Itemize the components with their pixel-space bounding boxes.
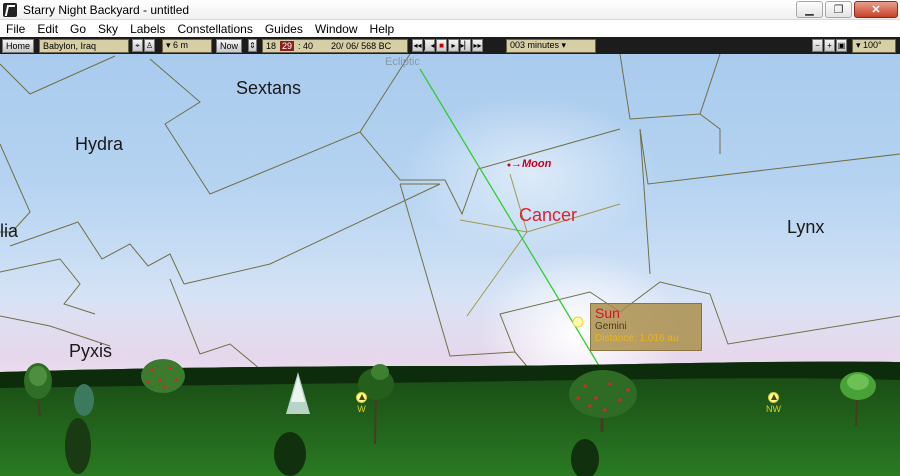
ecliptic-label: Ecliptic: [385, 56, 420, 68]
date-value: 20/ 06/ 568 BC: [331, 40, 392, 51]
home-button[interactable]: Home: [2, 38, 35, 53]
menu-help[interactable]: Help: [364, 22, 401, 36]
compass-marker-icon: [356, 392, 367, 403]
close-button[interactable]: ✕: [854, 1, 898, 18]
person-icon[interactable]: ♙: [144, 39, 155, 52]
compass-west-label: W: [357, 404, 366, 414]
compass-northwest-label: NW: [766, 404, 781, 414]
zoom-in-icon[interactable]: +: [824, 39, 835, 52]
menu-edit[interactable]: Edit: [31, 22, 64, 36]
time-date-field[interactable]: 18 29 : 40 20/ 06/ 568 BC: [262, 38, 408, 53]
constellation-label-sextans[interactable]: Sextans: [236, 78, 301, 99]
viewpoint-icon[interactable]: ⌖: [132, 39, 143, 52]
constellation-boundaries: [0, 54, 900, 371]
moon-label[interactable]: →Moon: [511, 158, 551, 170]
sun-info-name: Sun: [595, 305, 620, 321]
sky-view[interactable]: Ecliptic Sextans Hydra lia Lynx Pyxis Ca…: [0, 54, 900, 476]
minimize-button[interactable]: ▁: [796, 1, 823, 18]
sun-disk: [572, 316, 584, 328]
constellation-label-lynx[interactable]: Lynx: [787, 217, 824, 238]
step-back-button[interactable]: ▏◂: [424, 39, 435, 52]
menu-guides[interactable]: Guides: [259, 22, 309, 36]
sun-info-constellation: Gemini: [595, 321, 627, 332]
sky-overlay: [0, 54, 900, 476]
time-hour: 18: [266, 40, 277, 51]
app-icon[interactable]: [3, 2, 17, 17]
window-title: Starry Night Backyard - untitled: [23, 2, 190, 17]
maximize-button[interactable]: ❐: [825, 1, 852, 18]
menu-file[interactable]: File: [0, 22, 31, 36]
elevation-field[interactable]: ▾ 6 m: [162, 38, 212, 53]
cancer-figure: [459, 173, 621, 317]
sun-info-distance: Distance: 1.016 au: [595, 333, 679, 344]
field-of-view-select[interactable]: ▾ 100°: [852, 38, 896, 53]
time-second: : 40: [298, 40, 314, 51]
menu-sky[interactable]: Sky: [92, 22, 124, 36]
now-button[interactable]: Now: [216, 38, 243, 53]
menu-bar: File Edit Go Sky Labels Constellations G…: [0, 20, 900, 37]
zoom-out-icon[interactable]: −: [812, 39, 823, 52]
constellation-label-lia[interactable]: lia: [0, 221, 18, 242]
step-forward-button[interactable]: ▸▏: [460, 39, 471, 52]
toolbar: Home Babylon, Iraq ⌖ ♙ ▾ 6 m Now ⇕ 18 29…: [0, 37, 900, 54]
menu-go[interactable]: Go: [64, 22, 92, 36]
time-stepper-icon[interactable]: ⇕: [248, 39, 257, 52]
menu-labels[interactable]: Labels: [124, 22, 171, 36]
fast-forward-button[interactable]: ▸▸: [472, 39, 483, 52]
title-bar: Starry Night Backyard - untitled ▁ ❐ ✕: [0, 0, 900, 20]
zoom-reset-icon[interactable]: ▣: [836, 39, 847, 52]
menu-constellations[interactable]: Constellations: [171, 22, 258, 36]
rewind-button[interactable]: ◂◂: [412, 39, 423, 52]
compass-northwest: NW: [766, 392, 781, 414]
constellation-label-pyxis[interactable]: Pyxis: [69, 341, 112, 362]
constellation-label-cancer[interactable]: Cancer: [519, 205, 577, 226]
sun-info-panel[interactable]: Sun Gemini Distance: 1.016 au: [590, 303, 702, 351]
menu-window[interactable]: Window: [309, 22, 364, 36]
time-step-select[interactable]: 003 minutes ▾: [506, 38, 596, 53]
compass-west: W: [356, 392, 367, 414]
play-button[interactable]: ▸: [448, 39, 459, 52]
stop-button[interactable]: ■: [436, 39, 447, 52]
constellation-label-hydra[interactable]: Hydra: [75, 134, 123, 155]
location-field[interactable]: Babylon, Iraq: [39, 38, 129, 53]
compass-marker-icon: [768, 392, 779, 403]
time-minute: 29: [280, 40, 295, 51]
